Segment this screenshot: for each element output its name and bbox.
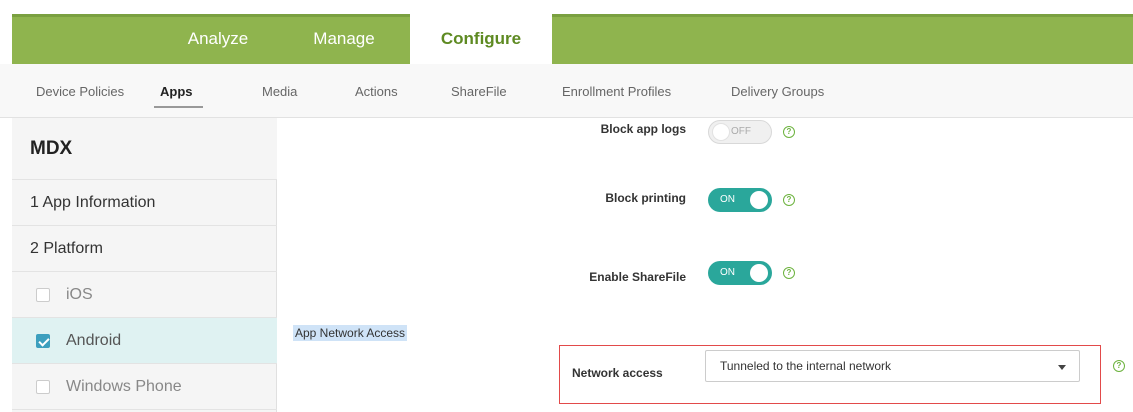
subtab-media[interactable]: Media [262,64,297,118]
top-nav-edge [0,14,12,64]
network-access-label: Network access [572,366,663,380]
toggle-state-text: OFF [731,126,751,137]
windows-phone-checkbox[interactable] [36,379,50,394]
toggle-knob [750,191,768,209]
toggle-knob [750,264,768,282]
block-printing-label: Block printing [605,191,686,205]
enable-sharefile-toggle[interactable]: ON [708,261,772,285]
network-access-select[interactable]: Tunneled to the internal network [705,350,1080,382]
toggle-state-text: ON [720,194,735,205]
sidebar-item-app-information[interactable]: 1 App Information [12,180,277,226]
block-app-logs-label: Block app logs [600,122,686,136]
sub-nav: Device Policies Apps Media Actions Share… [0,64,1133,118]
block-app-logs-toggle[interactable]: OFF [708,120,772,144]
sidebar: MDX 1 App Information 2 Platform iOS And… [12,118,277,412]
top-nav: Analyze Manage Configure [0,0,1133,64]
subtab-actions[interactable]: Actions [355,64,398,118]
tab-manage[interactable]: Manage [294,14,394,64]
sidebar-item-label: Android [66,331,122,349]
subtab-apps[interactable]: Apps [154,64,202,118]
help-icon[interactable]: ? [1113,360,1125,372]
help-icon[interactable]: ? [783,126,795,138]
toggle-state-text: ON [720,267,735,278]
network-access-value: Tunneled to the internal network [720,359,891,373]
sidebar-item-label: 2 Platform [30,239,103,257]
subtab-device-policies[interactable]: Device Policies [36,64,124,118]
subtab-sharefile[interactable]: ShareFile [451,64,507,118]
sidebar-item-label: iOS [66,285,93,303]
sidebar-item-windows-phone[interactable]: Windows Phone [12,364,277,410]
sidebar-item-label: 1 App Information [30,193,156,211]
subtab-enrollment-profiles[interactable]: Enrollment Profiles [562,64,671,118]
tab-configure[interactable]: Configure [410,14,552,64]
enable-sharefile-label: Enable ShareFile [589,270,686,284]
sidebar-item-android[interactable]: Android [12,318,277,364]
tab-analyze[interactable]: Analyze [168,14,268,64]
main-content: Block app logs OFF ? Block printing ON ?… [278,118,1133,412]
subtab-delivery-groups[interactable]: Delivery Groups [731,64,824,118]
help-icon[interactable]: ? [783,194,795,206]
sidebar-title: MDX [12,118,277,180]
help-icon[interactable]: ? [783,267,795,279]
app-network-access-section-label: App Network Access [293,325,408,341]
chevron-down-icon [1058,365,1066,370]
toggle-knob [712,123,730,141]
android-checkbox[interactable] [36,333,50,348]
block-printing-toggle[interactable]: ON [708,188,772,212]
ios-checkbox[interactable] [36,287,50,302]
sidebar-item-label: Windows Phone [66,377,182,395]
sidebar-item-platform[interactable]: 2 Platform [12,226,277,272]
sidebar-item-ios[interactable]: iOS [12,272,277,318]
